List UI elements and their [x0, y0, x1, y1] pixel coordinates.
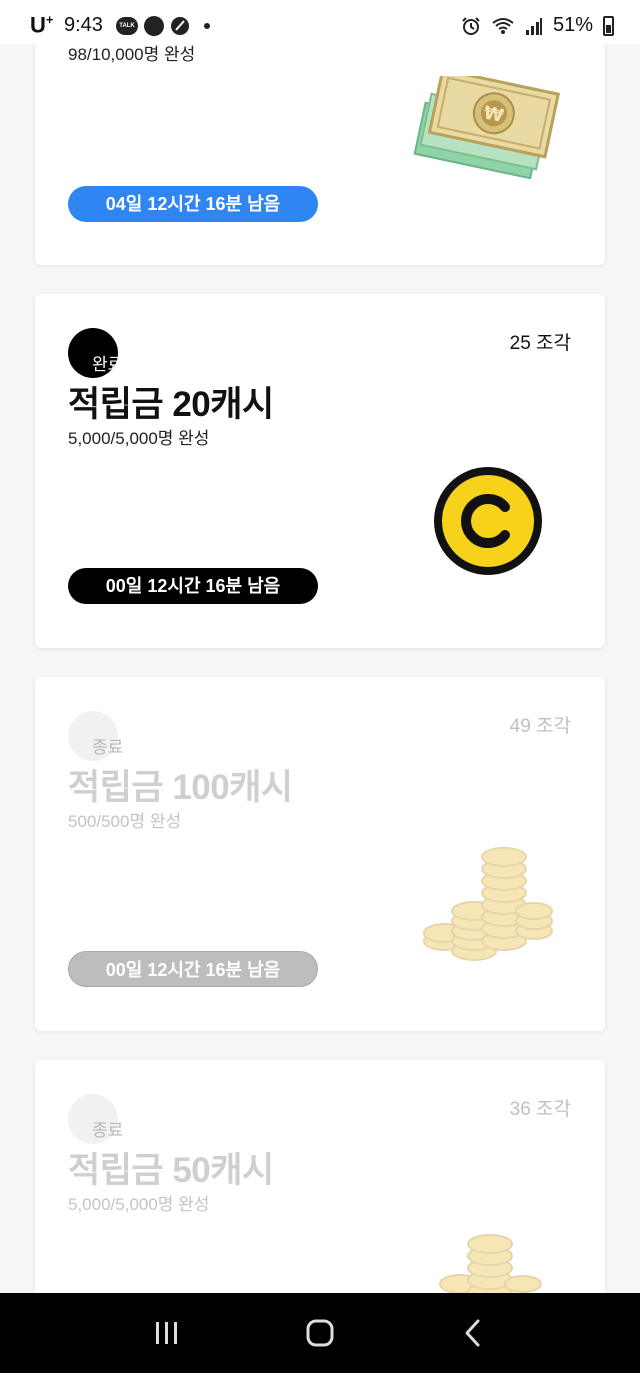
- reward-title: 적립금 20캐시: [68, 385, 274, 424]
- completed-badge-label: 완료: [92, 355, 124, 374]
- completion-count: 500/500명 완성: [68, 812, 182, 831]
- recent-apps-button[interactable]: [147, 1313, 187, 1353]
- battery-icon: [603, 15, 614, 36]
- ended-badge-label: 종료: [92, 1121, 124, 1140]
- completion-count: 5,000/5,000명 완성: [68, 429, 210, 448]
- feather-app-icon: [171, 17, 189, 35]
- coin-c-icon: [434, 467, 542, 575]
- status-time: 9:43: [64, 14, 103, 36]
- ended-badge-label: 종료: [92, 738, 124, 757]
- signal-icon: [525, 17, 542, 35]
- reward-title: 적립금 50캐시: [68, 1151, 274, 1190]
- reward-card[interactable]: 49 조각 종료 적립금 100캐시 500/500명 완성 00일 12시간 …: [35, 677, 605, 1031]
- time-remaining-badge: 00일 12시간 16분 남음: [68, 951, 318, 987]
- carrier-label: U+: [30, 12, 54, 38]
- recent-apps-icon: [155, 1322, 177, 1344]
- reward-title: 적립금 100캐시: [68, 768, 293, 807]
- home-button[interactable]: [300, 1313, 340, 1353]
- more-notifications-icon: [204, 23, 210, 29]
- gold-coins-icon: [423, 847, 553, 961]
- reward-card[interactable]: 25 조각 완료 적립금 20캐시 5,000/5,000명 완성 00일 12…: [35, 294, 605, 648]
- time-remaining-badge: 00일 12시간 16분 남음: [68, 568, 318, 604]
- battery-percent: 51%: [552, 14, 593, 36]
- status-bar: U+ 9:43 TALK 51%: [0, 0, 640, 44]
- system-nav-bar: [0, 1293, 640, 1373]
- back-icon: [465, 1319, 480, 1347]
- completion-count: 5,000/5,000명 완성: [68, 1195, 210, 1214]
- moon-app-icon: [144, 16, 164, 36]
- gold-coins-icon: [439, 1234, 542, 1302]
- home-icon: [306, 1319, 334, 1347]
- piece-count: 49 조각: [509, 716, 571, 737]
- piece-count: 36 조각: [509, 1099, 571, 1120]
- system-icons: 51%: [461, 14, 614, 37]
- alarm-icon: [462, 16, 480, 35]
- screen: U+ 9:43 TALK 51% 98/10,000명 완성 04일 12시간 …: [0, 0, 640, 1373]
- kakaotalk-icon: TALK: [116, 17, 138, 35]
- notification-icons: TALK: [116, 16, 210, 36]
- wifi-icon: [492, 17, 514, 34]
- piece-count: 25 조각: [509, 333, 571, 354]
- back-button[interactable]: [453, 1313, 493, 1353]
- banknotes-icon: ₩: [413, 76, 561, 180]
- time-remaining-badge: 04일 12시간 16분 남음: [68, 186, 318, 222]
